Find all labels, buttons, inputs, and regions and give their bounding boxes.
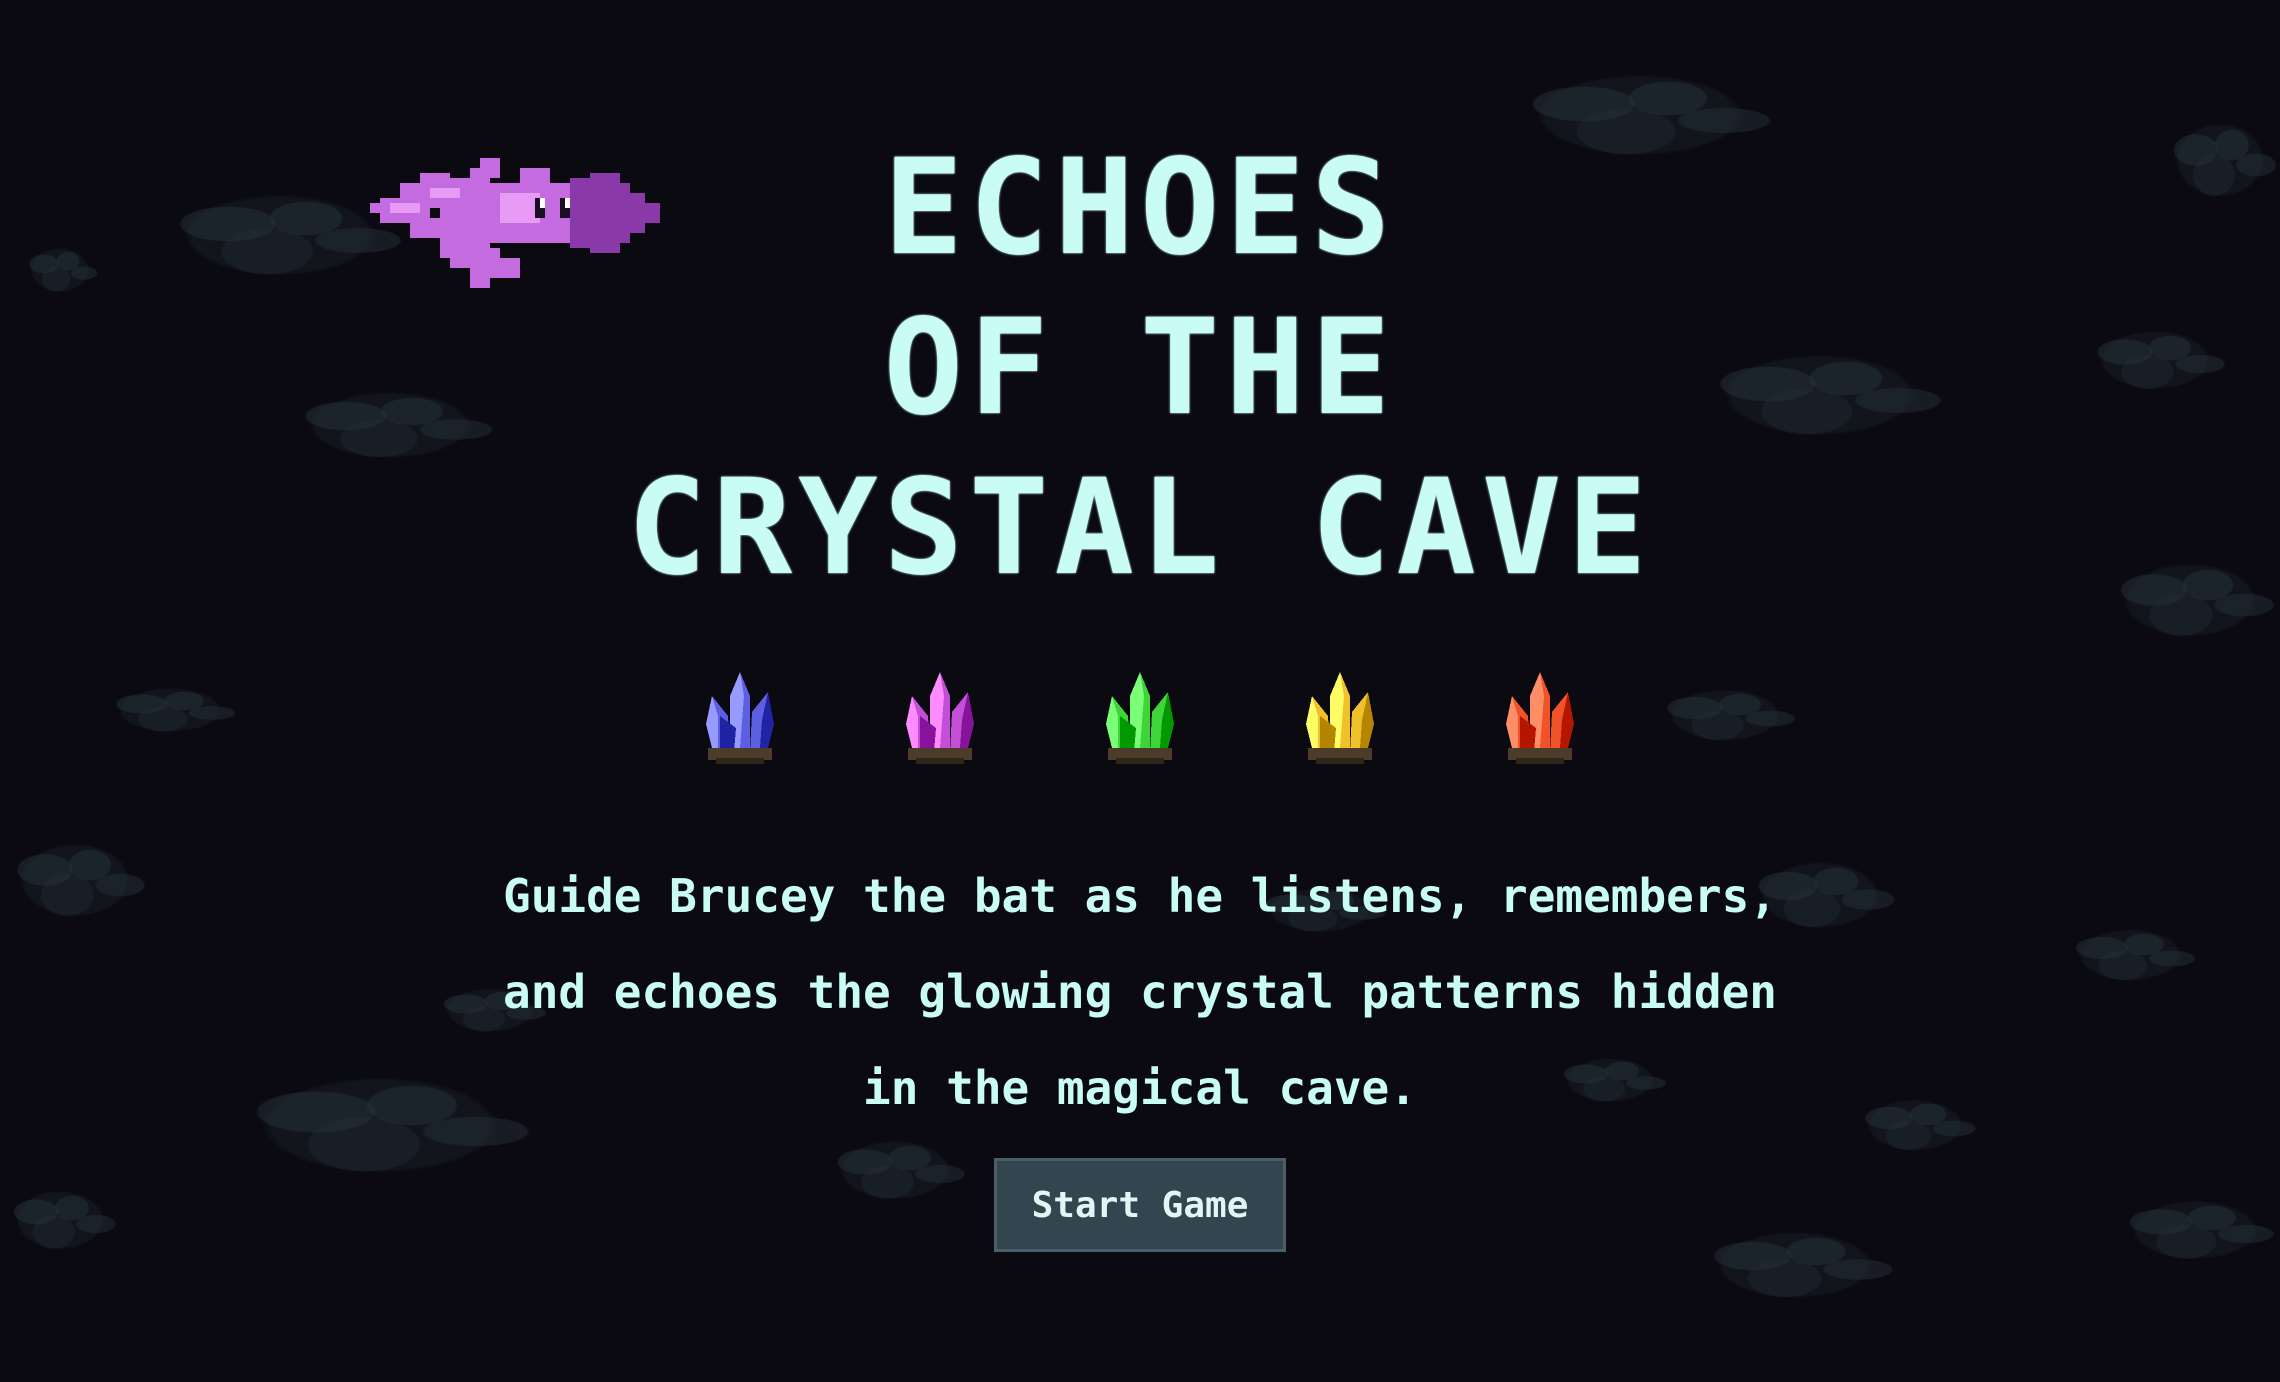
start-game-button[interactable]: Start Game — [994, 1158, 1286, 1252]
cave-rock — [1690, 1220, 1900, 1310]
cave-rock — [1850, 1090, 1980, 1160]
start-game-button-label: Start Game — [1031, 1184, 1249, 1226]
green-crystal-icon — [1106, 672, 1174, 764]
title-line-1: ECHOES — [883, 131, 1397, 285]
cave-rock — [2060, 920, 2200, 990]
yellow-crystal-icon — [1306, 672, 1374, 764]
cave-rock — [820, 1130, 970, 1210]
cave-rock — [0, 830, 150, 930]
cave-rock — [2110, 1190, 2280, 1270]
title-line-2: OF THE — [883, 291, 1397, 445]
game-description: Guide Brucey the bat as he listens, reme… — [503, 869, 1777, 1115]
red-crystal-icon — [1506, 672, 1574, 764]
game-title: ECHOES OF THE CRYSTAL CAVE — [0, 128, 2280, 608]
crystal-row — [0, 668, 2280, 768]
blue-crystal-icon — [706, 672, 774, 764]
title-line-3: CRYSTAL CAVE — [627, 451, 1653, 605]
cave-rock — [0, 1180, 120, 1260]
purple-crystal-icon — [906, 672, 974, 764]
